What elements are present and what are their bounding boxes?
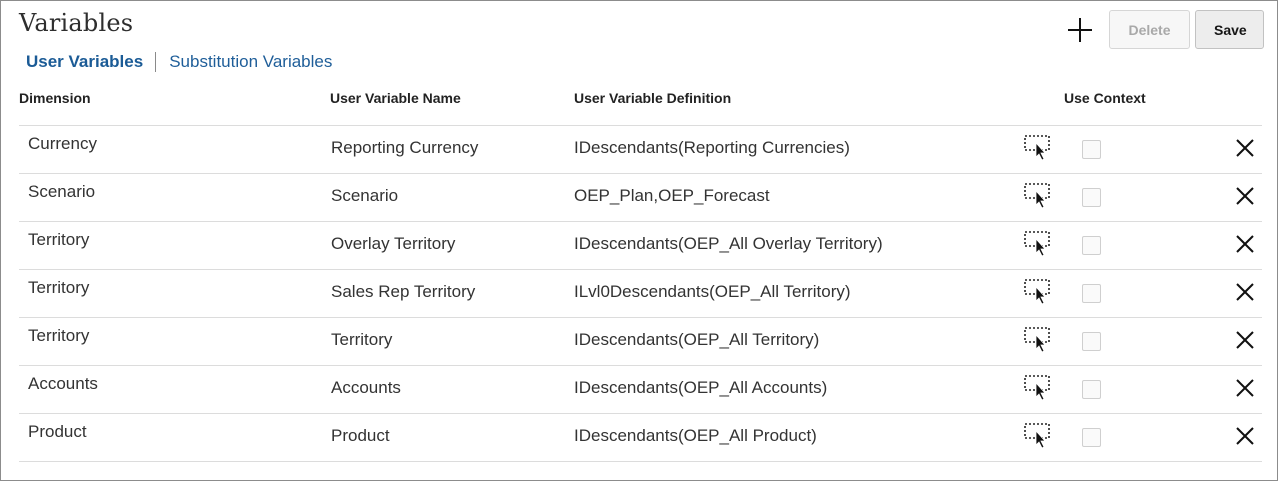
remove-row-button[interactable] [1234, 233, 1256, 255]
variable-name-cell: Reporting Currency [331, 138, 479, 157]
remove-row-button[interactable] [1234, 281, 1256, 303]
member-selector-icon [1024, 183, 1050, 209]
member-selector-button[interactable] [1024, 327, 1052, 353]
tab-divider [155, 52, 157, 72]
use-context-checkbox[interactable] [1082, 332, 1101, 351]
close-icon [1236, 139, 1254, 157]
member-selector-button[interactable] [1024, 183, 1052, 209]
member-selector-button[interactable] [1024, 279, 1052, 305]
variable-definition-cell: OEP_Plan,OEP_Forecast [574, 186, 770, 205]
dimension-cell: Accounts [28, 374, 98, 393]
column-header-use-context[interactable]: Use Context [1064, 90, 1146, 106]
remove-row-button[interactable] [1234, 377, 1256, 399]
variable-definition-cell: IDescendants(OEP_All Territory) [574, 330, 820, 349]
member-selector-icon [1024, 423, 1050, 449]
table-row[interactable]: Territory Sales Rep Territory ILvl0Desce… [19, 270, 1262, 318]
member-selector-icon [1024, 375, 1050, 401]
variables-table: Currency Reporting Currency IDescendants… [19, 125, 1262, 462]
variable-name-cell: Scenario [331, 186, 399, 205]
member-selector-button[interactable] [1024, 231, 1052, 257]
variable-name-cell: Territory [331, 330, 393, 349]
save-button[interactable]: Save [1195, 10, 1264, 49]
variable-definition-cell: IDescendants(OEP_All Accounts) [574, 378, 828, 397]
dimension-cell: Scenario [28, 182, 96, 201]
tab-user-variables[interactable]: User Variables [26, 52, 143, 72]
variable-definition-cell: IDescendants(OEP_All Overlay Territory) [574, 234, 883, 253]
variables-panel: Variables Delete Save User Variables Sub… [0, 0, 1278, 481]
member-selector-icon [1024, 231, 1050, 257]
remove-row-button[interactable] [1234, 329, 1256, 351]
close-icon [1236, 283, 1254, 301]
table-row[interactable]: Territory Territory IDescendants(OEP_All… [19, 318, 1262, 366]
variable-definition-cell: IDescendants(Reporting Currencies) [574, 138, 850, 157]
variable-name-cell: Sales Rep Territory [331, 282, 476, 301]
variable-name-cell: Product [331, 426, 390, 445]
column-header-definition[interactable]: User Variable Definition [574, 90, 731, 106]
delete-button[interactable]: Delete [1109, 10, 1190, 49]
page-title: Variables [19, 9, 134, 37]
remove-row-button[interactable] [1234, 137, 1256, 159]
dimension-cell: Territory [28, 230, 90, 249]
close-icon [1236, 235, 1254, 253]
use-context-checkbox[interactable] [1082, 188, 1101, 207]
use-context-checkbox[interactable] [1082, 380, 1101, 399]
member-selector-button[interactable] [1024, 135, 1052, 161]
variable-name-cell: Overlay Territory [331, 234, 456, 253]
member-selector-button[interactable] [1024, 375, 1052, 401]
use-context-checkbox[interactable] [1082, 428, 1101, 447]
close-icon [1236, 187, 1254, 205]
remove-row-button[interactable] [1234, 185, 1256, 207]
dimension-cell: Currency [28, 134, 97, 153]
tab-substitution-variables[interactable]: Substitution Variables [169, 52, 332, 72]
member-selector-button[interactable] [1024, 423, 1052, 449]
member-selector-icon [1024, 327, 1050, 353]
toolbar: Delete Save [1065, 10, 1264, 49]
table-row[interactable]: Product Product IDescendants(OEP_All Pro… [19, 414, 1262, 462]
use-context-checkbox[interactable] [1082, 236, 1101, 255]
member-selector-icon [1024, 279, 1050, 305]
dimension-cell: Product [28, 422, 87, 441]
table-row[interactable]: Currency Reporting Currency IDescendants… [19, 126, 1262, 174]
use-context-checkbox[interactable] [1082, 284, 1101, 303]
close-icon [1236, 379, 1254, 397]
use-context-checkbox[interactable] [1082, 140, 1101, 159]
table-row[interactable]: Territory Overlay Territory IDescendants… [19, 222, 1262, 270]
table-row[interactable]: Scenario Scenario OEP_Plan,OEP_Forecast [19, 174, 1262, 222]
plus-icon [1068, 17, 1092, 42]
variable-definition-cell: IDescendants(OEP_All Product) [574, 426, 817, 445]
column-header-dimension[interactable]: Dimension [19, 90, 91, 106]
variable-tabs: User Variables Substitution Variables [26, 52, 332, 72]
table-row[interactable]: Accounts Accounts IDescendants(OEP_All A… [19, 366, 1262, 414]
table-header: Dimension User Variable Name User Variab… [1, 90, 1277, 108]
add-button[interactable] [1065, 12, 1095, 48]
remove-row-button[interactable] [1234, 425, 1256, 447]
dimension-cell: Territory [28, 278, 90, 297]
variable-definition-cell: ILvl0Descendants(OEP_All Territory) [574, 282, 851, 301]
dimension-cell: Territory [28, 326, 90, 345]
member-selector-icon [1024, 135, 1050, 161]
close-icon [1236, 427, 1254, 445]
column-header-name[interactable]: User Variable Name [330, 90, 461, 106]
close-icon [1236, 331, 1254, 349]
variable-name-cell: Accounts [331, 378, 401, 397]
